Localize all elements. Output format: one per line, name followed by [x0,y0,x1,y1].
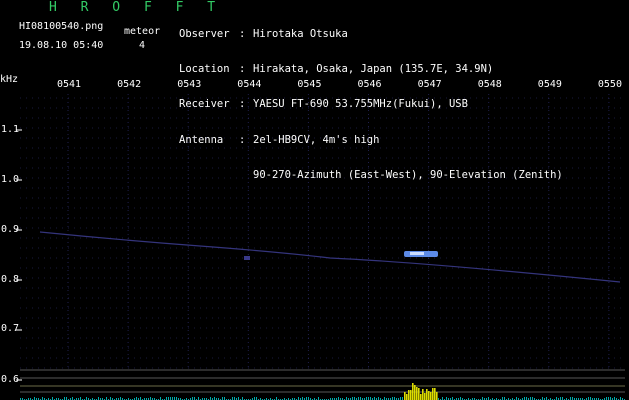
y-tick-label: 1.1 [1,124,20,135]
signal-bar-peak [410,390,412,400]
x-tick-label: 0549 [537,79,562,90]
x-tick-label: 0548 [477,79,502,90]
noise-spot [244,256,250,260]
y-axis-unit: kHz [0,74,19,85]
signal-bar-peak [404,392,406,400]
x-tick-label: 0542 [117,79,142,90]
spectrogram [16,94,625,400]
signal-bar-peak [434,388,436,400]
signal-bar-peak [436,392,438,400]
signal-bar-peak [408,390,410,400]
signal-bar-peak [412,383,414,400]
x-tick-label: 0541 [57,79,82,90]
signal-bar-peak [414,385,416,400]
x-tick-label: 0546 [357,79,382,90]
signal-bar-peak [428,391,430,400]
signal-bar-peak [420,394,422,400]
y-tick-label: 0.8 [1,274,20,285]
x-tick-label: 0543 [177,79,202,90]
spectrogram-grid [16,94,625,381]
x-tick-label: 0550 [597,79,622,90]
x-tick-label: 0545 [297,79,322,90]
carrier-trace [39,231,621,283]
x-tick-label: 0544 [237,79,262,90]
signal-bar-peak [430,392,432,400]
reference-lines [20,369,625,393]
y-tick-label: 1.0 [1,174,20,185]
y-tick-label: 0.7 [1,323,20,334]
meteor-echo-core [410,252,424,255]
signal-bar-peak [418,388,420,400]
signal-bar-peak [406,394,408,400]
x-tick-label: 0547 [417,79,442,90]
signal-bar-peak [422,389,424,400]
signal-bar-peak [426,389,428,400]
signal-bar-peak [424,393,426,400]
y-tick-label: 0.9 [1,224,20,235]
meteor-echoes [39,231,621,283]
signal-level-bars [20,383,625,400]
signal-bar-peak [416,387,418,400]
y-tick-label: 0.6 [1,374,20,385]
signal-bar-peak [432,388,434,400]
